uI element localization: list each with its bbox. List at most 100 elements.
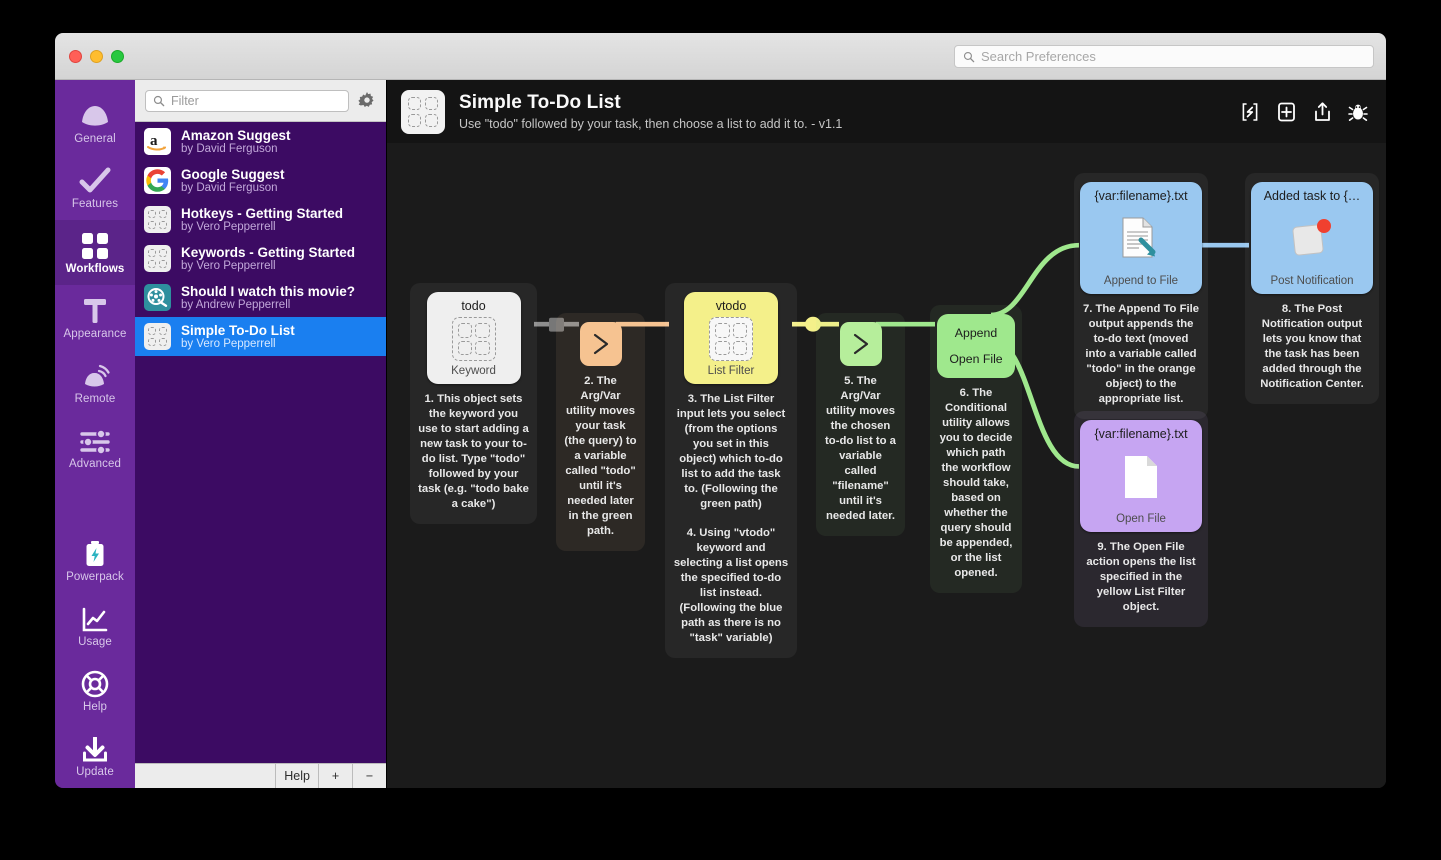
list-filter-node[interactable]: vtodo List Filter bbox=[684, 292, 778, 384]
sidebar-label-help: Help bbox=[83, 701, 107, 713]
list-item-text: Simple To-Do List by Vero Pepperrell bbox=[181, 323, 295, 351]
sidebar-label-workflows: Workflows bbox=[66, 263, 125, 275]
list-item[interactable]: Google Suggest by David Ferguson bbox=[135, 161, 386, 200]
sidebar-label-advanced: Advanced bbox=[69, 458, 121, 470]
append-to-file-node[interactable]: {var:filename}.txt bbox=[1080, 182, 1202, 294]
debug-bug-icon[interactable] bbox=[1348, 101, 1368, 123]
list-item[interactable]: Hotkeys - Getting Started by Vero Pepper… bbox=[135, 200, 386, 239]
list-filter-node-title: vtodo bbox=[710, 292, 753, 313]
search-preferences-placeholder: Search Preferences bbox=[981, 49, 1096, 64]
sidebar-item-workflows[interactable]: Workflows bbox=[55, 220, 135, 285]
keyword-node[interactable]: todo Keyword bbox=[427, 292, 521, 384]
lifebuoy-icon bbox=[81, 668, 109, 698]
node-group-post-notification[interactable]: Added task to {… Post Notification 8. Th… bbox=[1245, 173, 1379, 404]
alfred-hat-icon bbox=[78, 100, 112, 130]
remove-workflow-button[interactable]: − bbox=[352, 764, 386, 788]
list-item-author: by David Ferguson bbox=[181, 143, 291, 156]
add-object-icon[interactable] bbox=[1276, 101, 1296, 123]
workflow-list[interactable]: a Amazon Suggest by David Ferguson bbox=[135, 122, 386, 763]
sidebar-item-update[interactable]: Update bbox=[55, 723, 135, 788]
list-item-name: Should I watch this movie? bbox=[181, 284, 355, 299]
append-to-file-subtitle: Append to File bbox=[1098, 275, 1184, 294]
list-item-name: Hotkeys - Getting Started bbox=[181, 206, 343, 221]
append-to-file-icon bbox=[1117, 216, 1165, 262]
sliders-icon bbox=[80, 425, 110, 455]
sidebar-label-general: General bbox=[74, 133, 116, 145]
sidebar-label-remote: Remote bbox=[75, 393, 116, 405]
list-item-name: Keywords - Getting Started bbox=[181, 245, 355, 260]
note-2: 2. The Arg/Var utility moves your task (… bbox=[564, 374, 637, 539]
google-logo-icon bbox=[144, 167, 171, 194]
note-3: 3. The List Filter input lets you select… bbox=[673, 392, 789, 512]
node-group-list-filter[interactable]: vtodo List Filter 3. The List Filter inp… bbox=[665, 283, 797, 658]
sidebar-item-help[interactable]: Help bbox=[55, 658, 135, 723]
list-item[interactable]: a Amazon Suggest by David Ferguson bbox=[135, 122, 386, 161]
note-9: 9. The Open File action opens the list s… bbox=[1082, 540, 1200, 615]
list-item-text: Hotkeys - Getting Started by Vero Pepper… bbox=[181, 206, 343, 234]
list-item-author: by Andrew Pepperrell bbox=[181, 299, 355, 312]
download-tray-icon bbox=[81, 733, 109, 763]
node-group-append-to-file[interactable]: {var:filename}.txt bbox=[1074, 173, 1208, 419]
open-file-subtitle: Open File bbox=[1110, 513, 1172, 532]
remote-broadcast-icon bbox=[79, 360, 111, 390]
search-preferences-field[interactable]: Search Preferences bbox=[954, 45, 1374, 68]
minimize-window-button[interactable] bbox=[90, 50, 103, 63]
sidebar-item-usage[interactable]: Usage bbox=[55, 593, 135, 658]
workflow-canvas[interactable]: todo Keyword 1. This object sets the key… bbox=[387, 143, 1386, 788]
amazon-logo-icon: a bbox=[144, 128, 171, 155]
footer-spacer bbox=[135, 764, 275, 788]
workflow-header: Simple To-Do List Use "todo" followed by… bbox=[387, 80, 1386, 143]
filter-placeholder: Filter bbox=[171, 94, 199, 108]
sidebar-item-advanced[interactable]: Advanced bbox=[55, 415, 135, 480]
workflow-header-text: Simple To-Do List Use "todo" followed by… bbox=[459, 92, 842, 131]
list-item-selected[interactable]: Simple To-Do List by Vero Pepperrell bbox=[135, 317, 386, 356]
add-workflow-button[interactable]: + bbox=[318, 764, 352, 788]
sidebar-item-features[interactable]: Features bbox=[55, 155, 135, 220]
variables-icon[interactable] bbox=[1240, 101, 1260, 123]
conditional-node[interactable]: Append Open File bbox=[937, 314, 1015, 378]
svg-text:a: a bbox=[150, 133, 158, 149]
list-item-author: by Vero Pepperrell bbox=[181, 221, 343, 234]
open-file-node[interactable]: {var:filename}.txt Open File bbox=[1080, 420, 1202, 532]
list-item-author: by Vero Pepperrell bbox=[181, 260, 355, 273]
list-filter-node-subtitle: List Filter bbox=[702, 365, 761, 384]
sidebar-item-remote[interactable]: Remote bbox=[55, 350, 135, 415]
close-window-button[interactable] bbox=[69, 50, 82, 63]
list-item[interactable]: Keywords - Getting Started by Vero Peppe… bbox=[135, 239, 386, 278]
post-notification-node[interactable]: Added task to {… Post Notification bbox=[1251, 182, 1373, 294]
open-file-title: {var:filename}.txt bbox=[1088, 420, 1193, 441]
post-notification-icon-wrap bbox=[1288, 203, 1336, 275]
chevron-right-icon bbox=[848, 331, 874, 357]
preferences-nav-rail: General Features bbox=[55, 80, 135, 788]
node-group-argvar-orange[interactable]: 2. The Arg/Var utility moves your task (… bbox=[556, 313, 645, 551]
list-item[interactable]: Should I watch this movie? by Andrew Pep… bbox=[135, 278, 386, 317]
sidebar-item-general[interactable]: General bbox=[55, 90, 135, 155]
list-item-name: Google Suggest bbox=[181, 167, 285, 182]
share-export-icon[interactable] bbox=[1312, 101, 1332, 123]
checkmark-icon bbox=[79, 165, 111, 195]
keyword-node-icon-wrap bbox=[452, 313, 496, 365]
list-item-name: Amazon Suggest bbox=[181, 128, 291, 143]
argvar-green-node[interactable] bbox=[840, 322, 882, 366]
conditional-branch-append: Append bbox=[955, 326, 997, 340]
battery-bolt-icon bbox=[83, 538, 107, 568]
list-item-text: Keywords - Getting Started by Vero Peppe… bbox=[181, 245, 355, 273]
window-titlebar: Search Preferences bbox=[55, 33, 1386, 80]
sidebar-item-powerpack[interactable]: Powerpack bbox=[55, 528, 135, 593]
node-group-open-file[interactable]: {var:filename}.txt Open File 9. The Open… bbox=[1074, 411, 1208, 627]
film-reel-icon bbox=[144, 284, 171, 311]
note-4: 4. Using "vtodo" keyword and selecting a… bbox=[673, 526, 789, 646]
node-group-argvar-green[interactable]: 5. The Arg/Var utility moves the chosen … bbox=[816, 313, 905, 536]
node-group-conditional[interactable]: Append Open File 6. The Conditional util… bbox=[930, 305, 1022, 593]
sidebar-item-appearance[interactable]: Appearance bbox=[55, 285, 135, 350]
filter-input[interactable]: Filter bbox=[145, 90, 349, 112]
help-button[interactable]: Help bbox=[275, 764, 318, 788]
window-body: General Features bbox=[55, 80, 1386, 788]
argvar-orange-node[interactable] bbox=[580, 322, 622, 366]
maximize-window-button[interactable] bbox=[111, 50, 124, 63]
gear-icon[interactable] bbox=[358, 92, 376, 110]
sidebar-label-powerpack: Powerpack bbox=[66, 571, 124, 583]
grid-squares-icon bbox=[81, 230, 109, 260]
post-notification-subtitle: Post Notification bbox=[1264, 275, 1359, 294]
node-group-keyword[interactable]: todo Keyword 1. This object sets the key… bbox=[410, 283, 537, 524]
